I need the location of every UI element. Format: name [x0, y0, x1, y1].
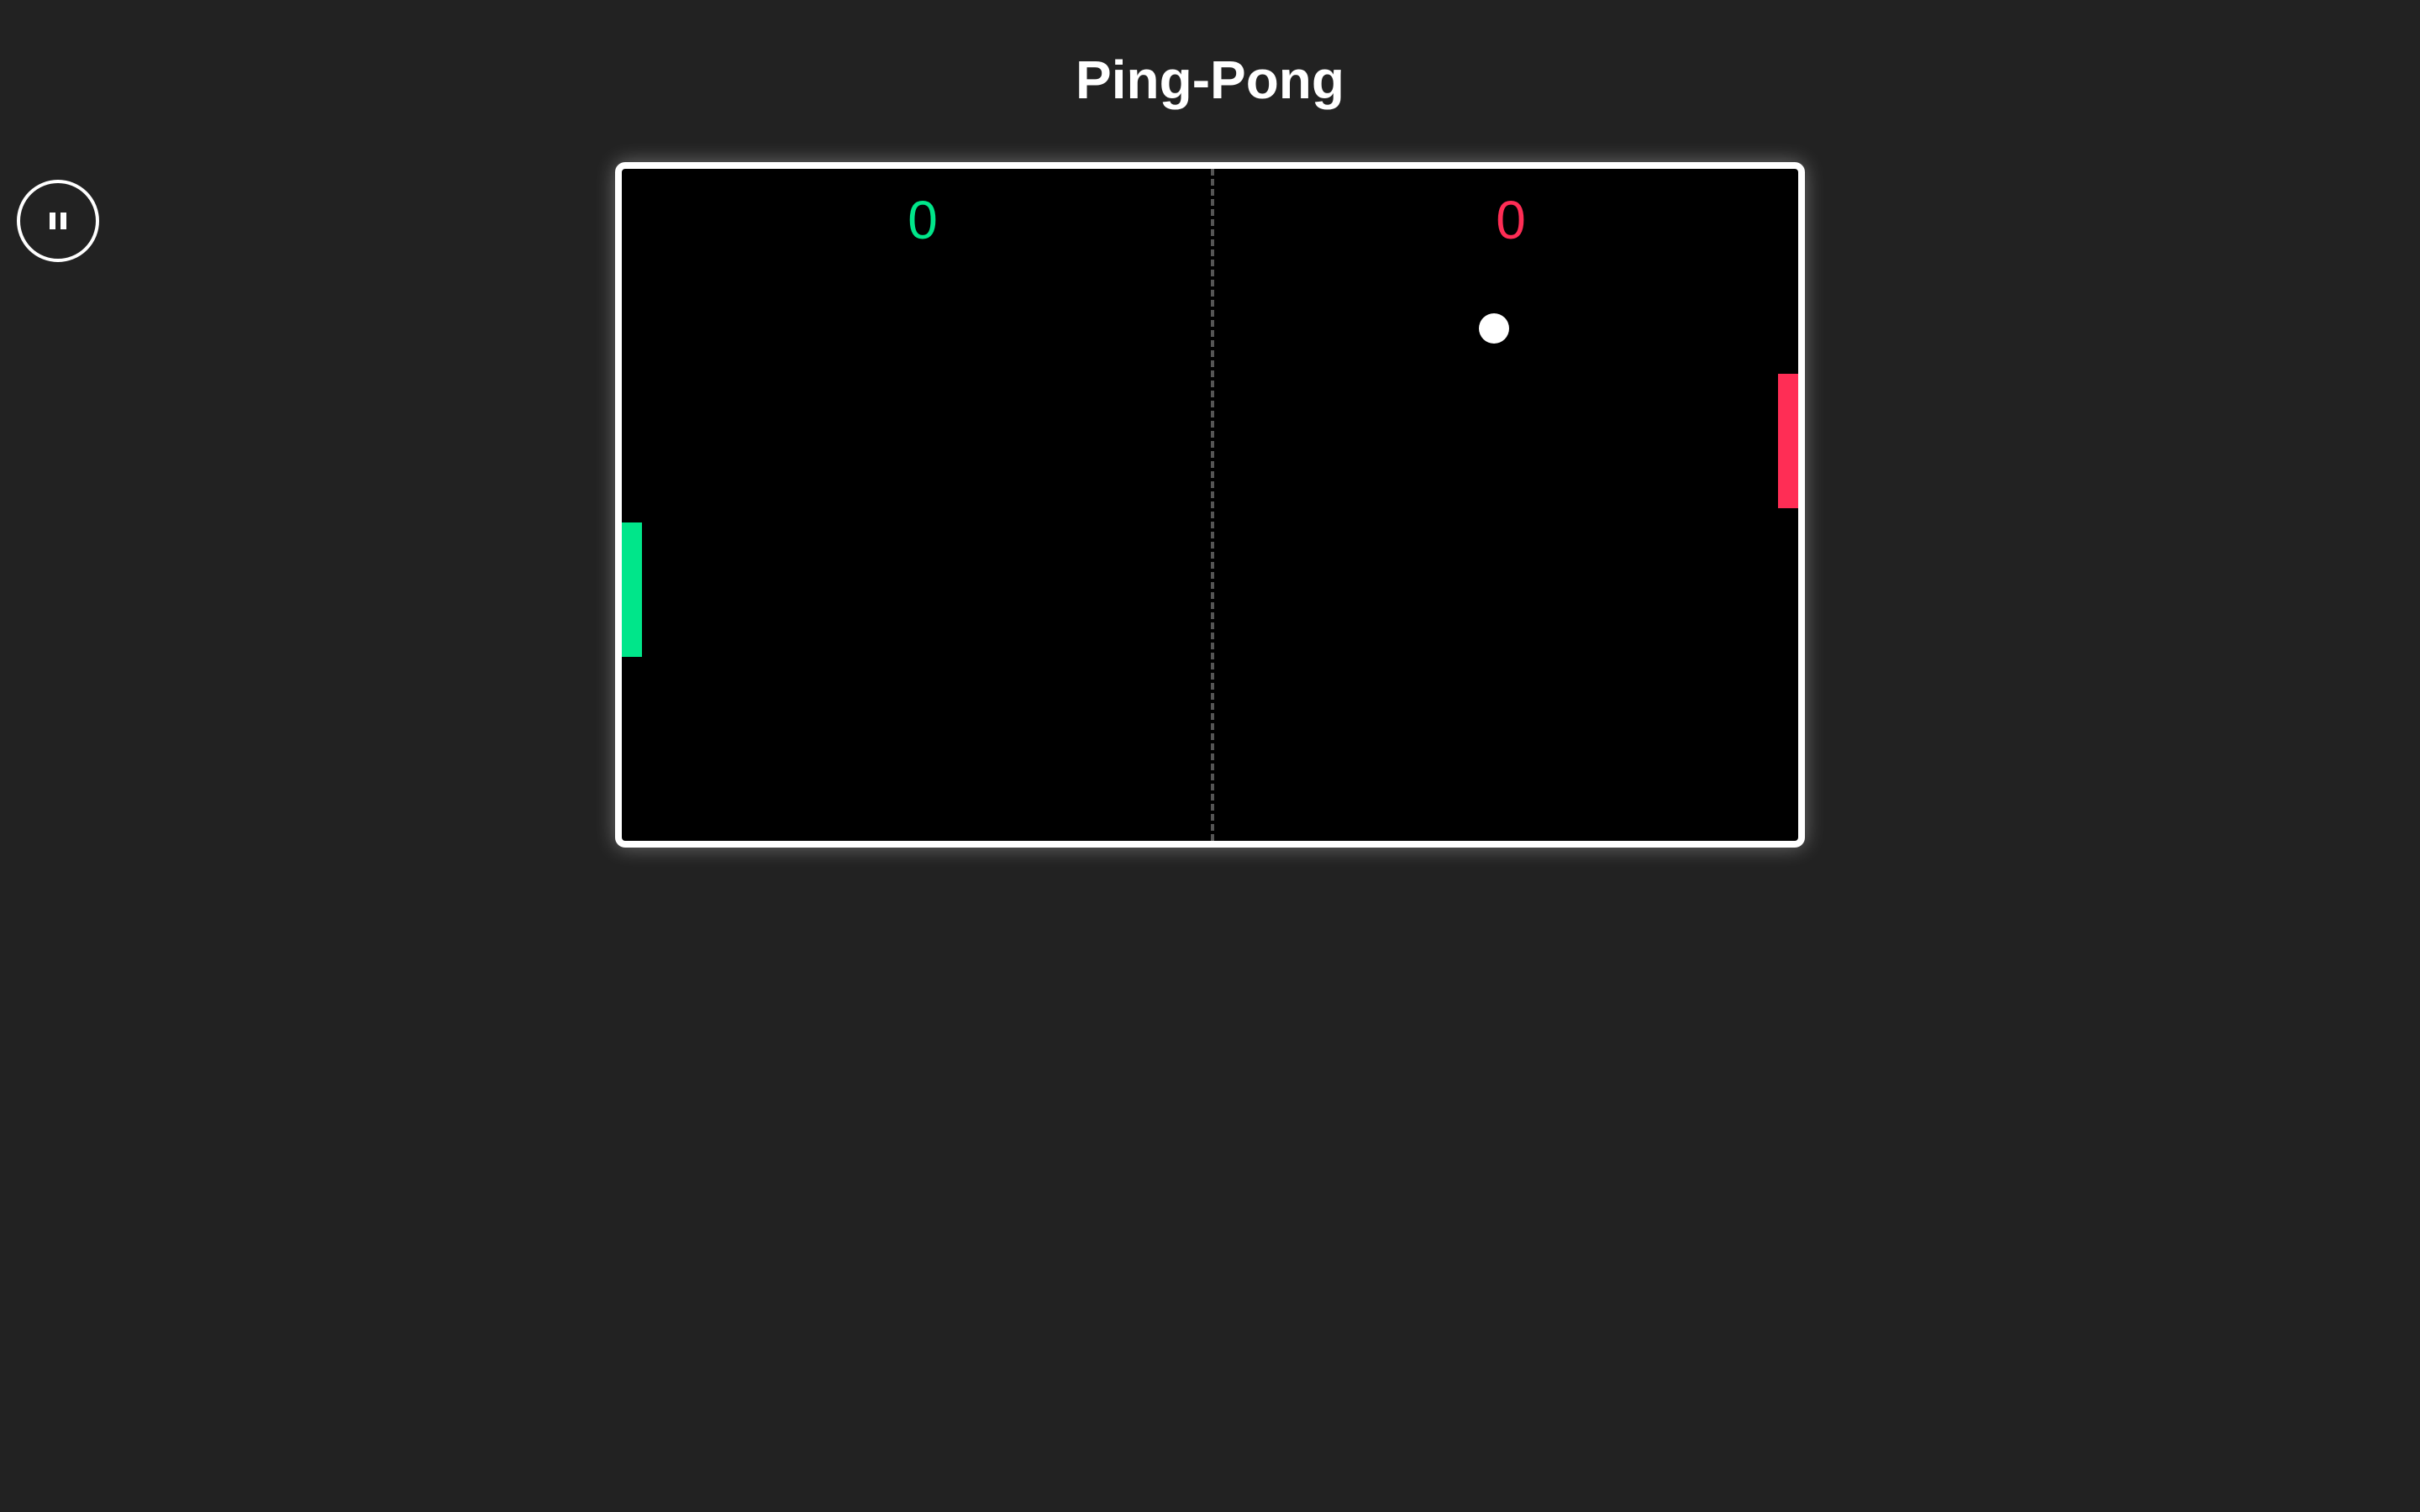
right-paddle [1778, 374, 1798, 508]
pause-button[interactable] [17, 180, 99, 262]
page-title: Ping-Pong [1076, 50, 1344, 110]
ball [1479, 313, 1509, 344]
right-player-score: 0 [1496, 190, 1526, 250]
left-paddle [622, 522, 642, 657]
left-player-score: 0 [908, 190, 938, 250]
pause-icon-bar-left [50, 213, 55, 229]
pause-icon [50, 213, 66, 229]
game-court[interactable]: 0 0 [615, 162, 1805, 848]
center-net-line [1211, 169, 1214, 841]
pause-icon-bar-right [60, 213, 66, 229]
